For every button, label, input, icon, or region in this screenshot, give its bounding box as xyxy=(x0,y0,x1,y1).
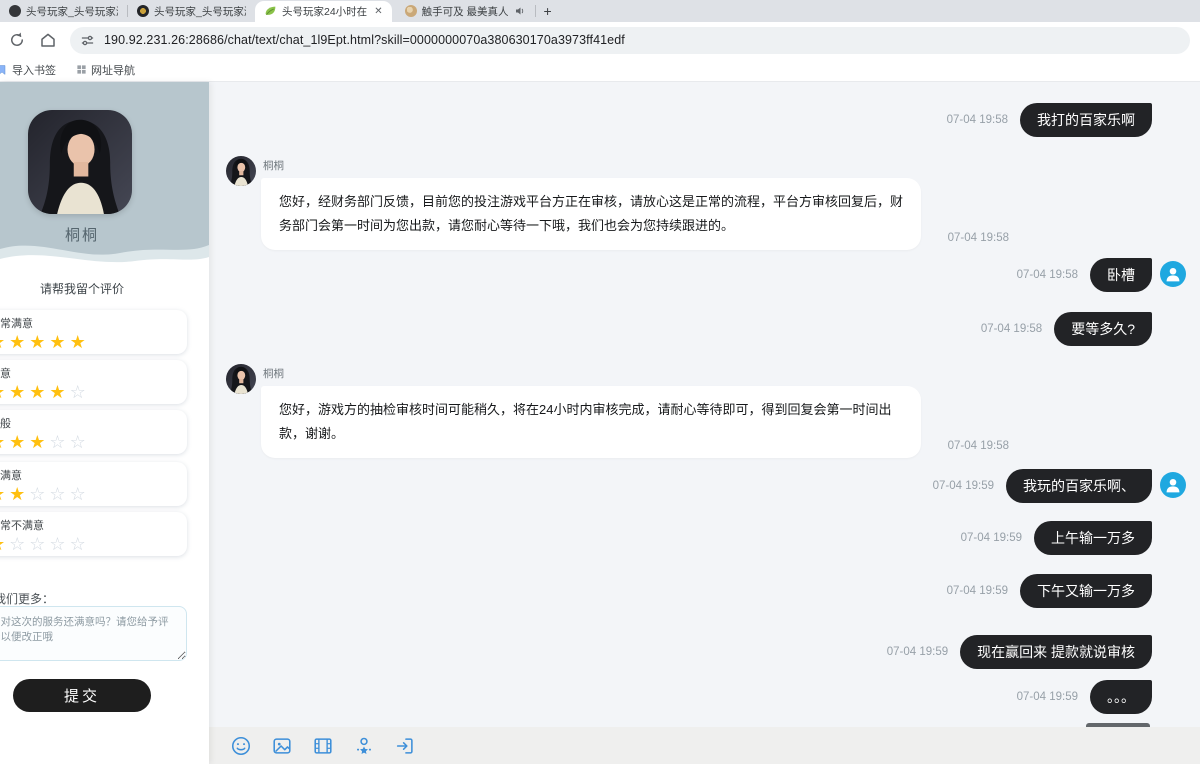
grid-icon xyxy=(76,64,87,75)
message-bubble: 您好，游戏方的抽检审核时间可能稍久，将在24小时内审核完成，请耐心等待即可，得到… xyxy=(261,386,921,458)
rating-title: 请帮我留个评价 xyxy=(0,280,187,297)
message-bubble: 您好，经财务部门反馈，目前您的投注游戏平台方正在审核，请放心这是正常的流程，平台… xyxy=(261,178,921,250)
message-bubble: 下午又输一万多 xyxy=(1020,574,1152,608)
bookmark-label: 网址导航 xyxy=(91,62,135,78)
user-message: 07-04 19:58 我打的百家乐啊 xyxy=(226,103,1152,137)
message-time: 07-04 19:58 xyxy=(981,323,1042,335)
feedback-textarea[interactable] xyxy=(0,606,187,661)
exit-icon[interactable] xyxy=(394,735,416,757)
video-icon[interactable] xyxy=(312,735,334,757)
tab-1[interactable]: 头号玩家_头号玩家游 xyxy=(0,0,127,22)
rating-option-3[interactable]: 一般 ★★★☆☆ xyxy=(0,410,187,454)
message-time: 07-04 19:58 xyxy=(947,114,1008,126)
rate-service-icon[interactable] xyxy=(353,735,375,757)
star-rating[interactable]: ★★☆☆☆ xyxy=(0,484,175,504)
rating-option-1[interactable]: 非常不满意 ★☆☆☆☆ xyxy=(0,512,187,556)
leaf-favicon xyxy=(264,5,277,18)
tab-close-icon[interactable]: ✕ xyxy=(374,6,382,17)
message-bubble: 上午输一万多 xyxy=(1034,521,1152,555)
tab-4[interactable]: 触手可及 最美真人 xyxy=(396,0,535,22)
message-time: 07-04 19:58 xyxy=(948,232,1009,244)
message-time: 07-04 19:59 xyxy=(933,480,994,492)
site-favicon xyxy=(405,5,417,17)
tab-2[interactable]: 头号玩家_头号玩家游 xyxy=(128,0,255,22)
emoji-icon[interactable] xyxy=(230,735,252,757)
bookmark-nav[interactable]: 网址导航 xyxy=(76,62,135,78)
message-bubble: 我打的百家乐啊 xyxy=(1020,103,1152,137)
rating-label: 不满意 xyxy=(0,467,175,483)
message-time: 07-04 19:59 xyxy=(1017,691,1078,703)
composer-toolbar xyxy=(209,727,1200,764)
feedback-label: 告诉我们更多： xyxy=(0,590,54,607)
rating-option-5[interactable]: 非常满意 ★★★★★ xyxy=(0,310,187,354)
message-list[interactable]: 07-04 19:58 我打的百家乐啊 桐桐 您好，经财务部门反馈，目前您的投注… xyxy=(209,82,1200,727)
rating-label: 非常不满意 xyxy=(0,517,175,533)
site-favicon xyxy=(137,5,149,17)
message-bubble: 卧槽 xyxy=(1090,258,1152,292)
address-bar[interactable]: 190.92.231.26:28686/chat/text/chat_1l9Ep… xyxy=(70,27,1190,54)
rating-label: 一般 xyxy=(0,415,175,431)
star-rating[interactable]: ★★★★★ xyxy=(0,332,175,352)
user-message: 07-04 19:59 现在赢回来 提款就说审核 xyxy=(226,635,1152,669)
refresh-icon[interactable] xyxy=(8,31,26,49)
new-tab-button[interactable]: + xyxy=(536,3,562,22)
user-avatar xyxy=(1160,261,1186,287)
user-message: 07-04 19:59 上午输一万多 xyxy=(226,521,1152,555)
message-bubble: 我玩的百家乐啊、 xyxy=(1006,469,1152,503)
tab-title: 头号玩家24小时在 xyxy=(282,4,367,19)
bookmarks-bar: 导入书签 网址导航 xyxy=(0,58,1200,82)
agent-avatar xyxy=(28,110,132,214)
star-rating[interactable]: ★★★★☆ xyxy=(0,382,175,402)
agent-message: 桐桐 您好，经财务部门反馈，目前您的投注游戏平台方正在审核，请放心这是正常的流程… xyxy=(226,156,1152,250)
url-text[interactable]: 190.92.231.26:28686/chat/text/chat_1l9Ep… xyxy=(104,33,625,47)
user-message: 07-04 19:59 我玩的百家乐啊、 xyxy=(226,469,1152,503)
submit-button[interactable]: 提交 xyxy=(13,679,151,712)
message-time: 07-04 19:58 xyxy=(1017,269,1078,281)
user-message: 07-04 19:59 下午又输一万多 xyxy=(226,574,1152,608)
user-avatar xyxy=(1160,472,1186,498)
message-bubble: 。。。 xyxy=(1090,680,1152,714)
agent-name: 桐桐 xyxy=(263,158,921,173)
message-bubble: 要等多久? xyxy=(1054,312,1152,346)
browser-toolbar: 190.92.231.26:28686/chat/text/chat_1l9Ep… xyxy=(0,22,1200,58)
message-time: 07-04 19:58 xyxy=(948,440,1009,452)
agent-avatar xyxy=(226,364,256,394)
user-message: 07-04 19:58 卧槽 xyxy=(226,258,1152,292)
service-rating-sidebar: 桐桐 请帮我留个评价 非常满意 ★★★★★ 满意 ★★★★☆ 一般 ★★★☆☆ … xyxy=(0,82,209,764)
bookmark-icon xyxy=(0,64,8,76)
message-time: 07-04 19:59 xyxy=(887,646,948,658)
message-bubble: 现在赢回来 提款就说审核 xyxy=(960,635,1152,669)
bookmark-import[interactable]: 导入书签 xyxy=(0,62,56,78)
star-rating[interactable]: ★☆☆☆☆ xyxy=(0,534,175,554)
browser-tab-strip: 头号玩家_头号玩家游 头号玩家_头号玩家游 头号玩家24小时在 ✕ 触手可及 最… xyxy=(0,0,1200,22)
bookmark-label: 导入书签 xyxy=(12,62,56,78)
user-message: 07-04 19:59 。。。 xyxy=(226,680,1152,714)
tab-title: 头号玩家_头号玩家游 xyxy=(154,4,246,19)
message-time: 07-04 19:59 xyxy=(961,532,1022,544)
user-message: 07-04 19:58 要等多久? xyxy=(226,312,1152,346)
rating-option-4[interactable]: 满意 ★★★★☆ xyxy=(0,360,187,404)
tab-audio-icon[interactable] xyxy=(514,5,526,17)
home-icon[interactable] xyxy=(39,31,57,49)
image-icon[interactable] xyxy=(271,735,293,757)
site-settings-icon[interactable] xyxy=(80,33,95,48)
agent-name: 桐桐 xyxy=(0,224,187,245)
rating-label: 非常满意 xyxy=(0,315,175,331)
agent-message: 桐桐 您好，游戏方的抽检审核时间可能稍久，将在24小时内审核完成，请耐心等待即可… xyxy=(226,364,1152,458)
message-time: 07-04 19:59 xyxy=(947,585,1008,597)
agent-avatar xyxy=(226,156,256,186)
tab-3-active[interactable]: 头号玩家24小时在 ✕ xyxy=(255,1,392,22)
rating-option-2[interactable]: 不满意 ★★☆☆☆ xyxy=(0,462,187,506)
star-rating[interactable]: ★★★☆☆ xyxy=(0,432,175,452)
chat-panel: 07-04 19:58 我打的百家乐啊 桐桐 您好，经财务部门反馈，目前您的投注… xyxy=(209,82,1200,764)
rating-label: 满意 xyxy=(0,365,175,381)
tab-title: 头号玩家_头号玩家游 xyxy=(26,4,118,19)
agent-name: 桐桐 xyxy=(263,366,921,381)
site-favicon xyxy=(9,5,21,17)
tab-title: 触手可及 最美真人 xyxy=(422,4,509,19)
